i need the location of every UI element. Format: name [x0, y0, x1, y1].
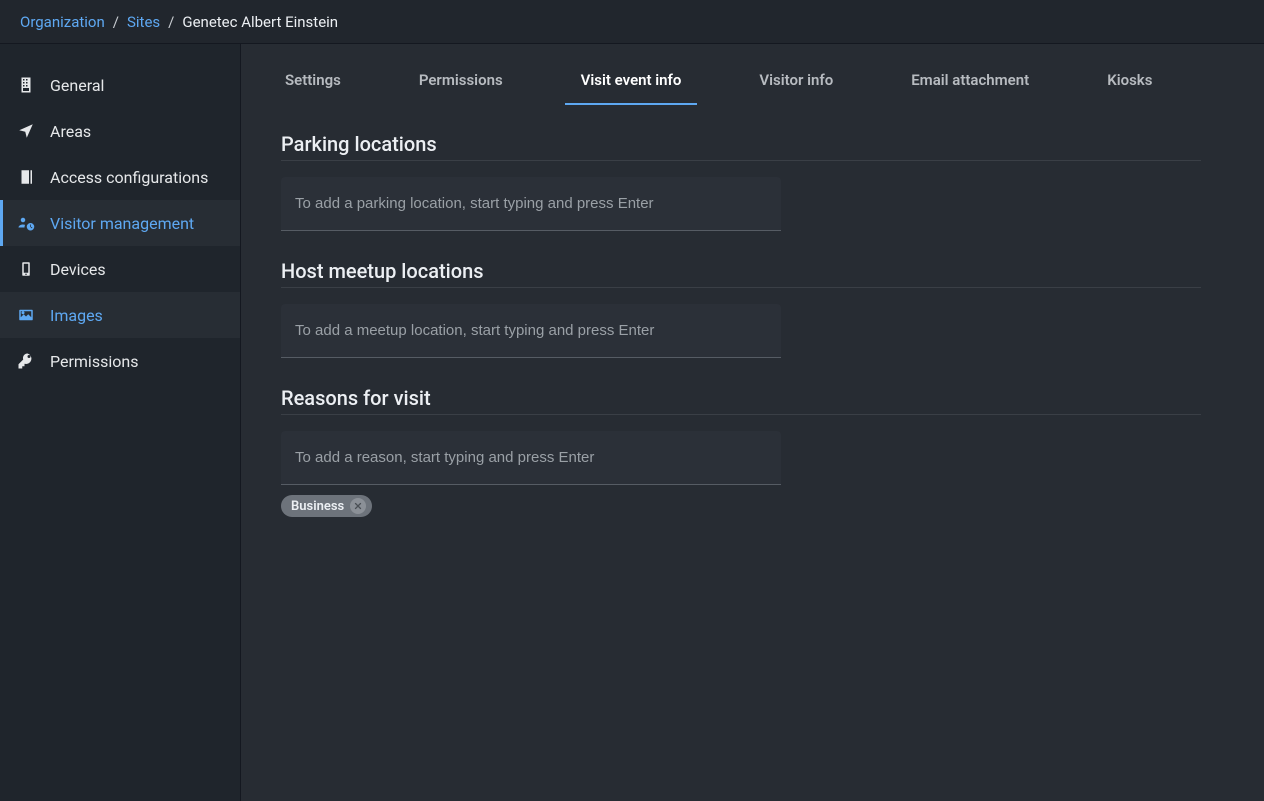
sidebar-item-general[interactable]: General — [0, 62, 240, 108]
tab-settings[interactable]: Settings — [281, 61, 345, 105]
parking-input-wrap — [281, 177, 781, 231]
breadcrumb-organization[interactable]: Organization — [20, 13, 105, 31]
main-content: Settings Permissions Visit event info Vi… — [241, 44, 1264, 801]
sidebar-item-visitor-management[interactable]: Visitor management — [0, 200, 240, 246]
sidebar-item-label: Images — [50, 306, 103, 325]
sidebar-item-permissions[interactable]: Permissions — [0, 338, 240, 384]
tab-visitor-info[interactable]: Visitor info — [755, 61, 837, 105]
sidebar: General Areas Access configurations Visi… — [0, 44, 241, 801]
breadcrumb-sep-icon: / — [113, 13, 119, 31]
breadcrumb-sites[interactable]: Sites — [127, 13, 160, 31]
sidebar-item-devices[interactable]: Devices — [0, 246, 240, 292]
reason-chip-label: Business — [291, 499, 344, 514]
breadcrumb-current: Genetec Albert Einstein — [182, 13, 338, 31]
sidebar-item-label: Visitor management — [50, 214, 194, 233]
section-reasons-for-visit: Reasons for visit Business — [281, 386, 1201, 517]
reason-chip: Business — [281, 495, 372, 517]
tab-kiosks[interactable]: Kiosks — [1103, 61, 1156, 105]
breadcrumb: Organization / Sites / Genetec Albert Ei… — [0, 0, 1264, 44]
sidebar-item-label: Devices — [50, 260, 106, 279]
tabs: Settings Permissions Visit event info Vi… — [241, 44, 1264, 106]
sidebar-item-label: Access configurations — [50, 168, 208, 187]
meetup-input-wrap — [281, 304, 781, 358]
section-title: Host meetup locations — [281, 259, 1201, 285]
tab-visit-event-info[interactable]: Visit event info — [577, 61, 686, 105]
divider — [281, 287, 1201, 288]
sidebar-item-access-configurations[interactable]: Access configurations — [0, 154, 240, 200]
tab-email-attachment[interactable]: Email attachment — [907, 61, 1033, 105]
reasons-input-wrap — [281, 431, 781, 485]
reason-chip-row: Business — [281, 495, 1201, 517]
section-title: Reasons for visit — [281, 386, 1201, 412]
door-icon — [16, 167, 36, 187]
tab-permissions[interactable]: Permissions — [415, 61, 507, 105]
location-arrow-icon — [16, 121, 36, 141]
key-icon — [16, 351, 36, 371]
reason-input[interactable] — [281, 431, 781, 484]
sidebar-item-label: Permissions — [50, 352, 138, 371]
sidebar-item-label: General — [50, 76, 104, 95]
sidebar-item-areas[interactable]: Areas — [0, 108, 240, 154]
close-icon[interactable] — [350, 498, 366, 514]
sidebar-item-images[interactable]: Images — [0, 292, 240, 338]
building-icon — [16, 75, 36, 95]
section-host-meetup-locations: Host meetup locations — [281, 259, 1201, 358]
meetup-location-input[interactable] — [281, 304, 781, 357]
section-title: Parking locations — [281, 132, 1201, 158]
device-icon — [16, 259, 36, 279]
image-icon — [16, 305, 36, 325]
sidebar-item-label: Areas — [50, 122, 91, 141]
section-parking-locations: Parking locations — [281, 132, 1201, 231]
breadcrumb-sep-icon: / — [168, 13, 174, 31]
divider — [281, 160, 1201, 161]
parking-location-input[interactable] — [281, 177, 781, 230]
divider — [281, 414, 1201, 415]
people-clock-icon — [16, 213, 36, 233]
